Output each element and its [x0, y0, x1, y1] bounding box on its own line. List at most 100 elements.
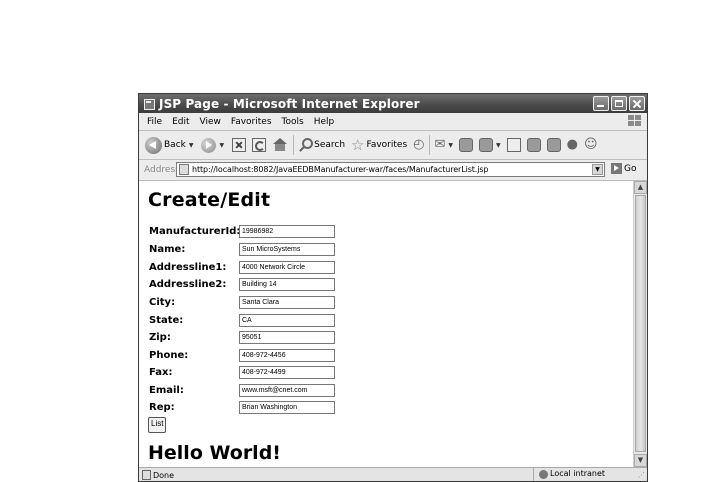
edit-icon	[479, 138, 494, 152]
back-button[interactable]: Back ▼	[145, 136, 194, 154]
name-input[interactable]: Sun MicroSystems	[239, 243, 335, 256]
zip-label: Zip:	[149, 332, 171, 343]
toolbar-separator	[293, 135, 295, 155]
minimize-button[interactable]	[593, 96, 609, 111]
title-bar[interactable]: JSP Page - Microsoft Internet Explorer	[139, 94, 647, 113]
page-content: Create/Edit ManufacturerId: 19986982 Nam…	[139, 181, 633, 467]
stop-icon	[232, 138, 247, 152]
resize-grip-icon[interactable]: ⋰	[638, 471, 645, 479]
refresh-icon	[252, 138, 267, 152]
people-icon: ☺	[583, 137, 598, 152]
fax-label: Fax:	[149, 367, 173, 378]
search-icon	[298, 138, 314, 152]
mail-dropdown-icon[interactable]: ▼	[448, 142, 453, 149]
address-label: Address	[144, 165, 180, 175]
scroll-thumb[interactable]	[635, 195, 646, 452]
bookshelf-button[interactable]	[546, 138, 561, 152]
intranet-zone-icon	[539, 470, 548, 479]
status-divider	[533, 468, 534, 481]
discuss-button[interactable]	[506, 138, 521, 152]
fax-input[interactable]: 408-972-4499	[239, 366, 335, 379]
form-row-state: State: CA	[149, 314, 335, 327]
go-button[interactable]: Go	[611, 163, 636, 174]
forward-arrow-icon	[201, 137, 217, 153]
rep-input[interactable]: Brian Washington	[239, 401, 335, 414]
addressline1-input[interactable]: 4000 Network Circle	[239, 261, 335, 274]
email-input[interactable]: www.msft@cnet.com	[239, 384, 335, 397]
edit-dropdown-icon[interactable]: ▼	[496, 142, 501, 149]
addressline2-label: Addressline2:	[149, 279, 227, 290]
page-title: Create/Edit	[148, 189, 271, 211]
print-button[interactable]	[459, 138, 474, 152]
maximize-button[interactable]	[611, 96, 627, 111]
favorites-label: Favorites	[366, 140, 408, 150]
stop-button[interactable]	[232, 138, 247, 152]
research-button[interactable]	[526, 138, 541, 152]
zip-input[interactable]: 95051	[239, 331, 335, 344]
back-arrow-icon	[145, 136, 162, 154]
history-icon: ◴	[413, 137, 425, 152]
forward-button[interactable]: ▼	[201, 137, 224, 153]
mail-icon: ✉	[434, 137, 446, 152]
scroll-down-arrow-icon[interactable]: ▼	[634, 454, 647, 467]
menu-edit[interactable]: Edit	[167, 117, 194, 127]
addressline1-label: Addressline1:	[149, 262, 227, 273]
print-icon	[459, 138, 474, 152]
star-icon: ☆	[351, 136, 365, 154]
toolbar-separator	[429, 135, 431, 155]
status-bar: Done Local intranet ⋰	[139, 467, 647, 481]
research-icon	[526, 138, 541, 152]
form-row-fax: Fax: 408-972-4499	[149, 366, 335, 379]
manufacturer-id-label: ManufacturerId:	[149, 226, 241, 237]
status-zone: Local intranet	[550, 469, 606, 478]
close-button[interactable]	[629, 96, 645, 111]
status-text: Done	[153, 470, 175, 480]
form-row-zip: Zip: 95051	[149, 331, 335, 344]
contacts-button[interactable]: ☺	[584, 138, 598, 152]
phone-label: Phone:	[149, 350, 189, 361]
form-row-rep: Rep: Brian Washington	[149, 401, 335, 414]
go-label: Go	[624, 163, 637, 174]
page-icon	[179, 164, 189, 175]
menu-help[interactable]: Help	[309, 117, 340, 127]
vertical-scrollbar[interactable]: ▲ ▼	[633, 181, 647, 467]
history-button[interactable]: ◴	[413, 138, 424, 152]
address-url[interactable]: http://localhost:8082/JavaEEDBManufactur…	[192, 165, 488, 174]
form-row-phone: Phone: 408-972-4456	[149, 349, 335, 362]
page-done-icon	[142, 470, 151, 480]
menu-file[interactable]: File	[139, 117, 167, 127]
mail-button[interactable]: ✉ ▼	[434, 138, 453, 152]
menu-tools[interactable]: Tools	[277, 117, 309, 127]
state-input[interactable]: CA	[239, 314, 335, 327]
phone-input[interactable]: 408-972-4456	[239, 349, 335, 362]
address-input[interactable]: http://localhost:8082/JavaEEDBManufactur…	[176, 162, 605, 177]
home-button[interactable]	[272, 138, 288, 152]
addressline2-input[interactable]: Building 14	[239, 278, 335, 291]
window-title: JSP Page - Microsoft Internet Explorer	[159, 96, 420, 111]
email-label: Email:	[149, 385, 184, 396]
bookshelf-icon	[546, 138, 561, 152]
discuss-icon	[506, 138, 521, 152]
refresh-button[interactable]	[252, 138, 267, 152]
toolbar: Back ▼ ▼ Search ☆ Favorites ◴ ✉ ▼ ▼ ● ☺	[139, 131, 647, 160]
go-arrow-icon	[611, 163, 622, 174]
forward-dropdown-icon[interactable]: ▼	[219, 142, 224, 149]
scroll-up-arrow-icon[interactable]: ▲	[634, 181, 647, 194]
back-label: Back	[164, 140, 186, 150]
search-button[interactable]: Search	[298, 138, 345, 152]
address-dropdown-icon[interactable]: ▼	[592, 164, 603, 175]
name-label: Name:	[149, 244, 186, 255]
menu-view[interactable]: View	[195, 117, 226, 127]
address-bar: Address http://localhost:8082/JavaEEDBMa…	[139, 160, 647, 181]
favorites-button[interactable]: ☆ Favorites	[351, 136, 408, 154]
menu-favorites[interactable]: Favorites	[226, 117, 277, 127]
chat-bubble-icon: ●	[566, 137, 578, 152]
windows-logo-icon	[627, 114, 643, 128]
menu-bar: File Edit View Favorites Tools Help	[139, 113, 647, 131]
messenger-button[interactable]: ●	[567, 138, 578, 152]
city-input[interactable]: Santa Clara	[239, 296, 335, 309]
back-dropdown-icon[interactable]: ▼	[189, 142, 194, 149]
edit-button[interactable]: ▼	[479, 138, 501, 152]
list-button[interactable]: List	[148, 417, 167, 433]
manufacturer-id-input[interactable]: 19986982	[239, 225, 335, 238]
